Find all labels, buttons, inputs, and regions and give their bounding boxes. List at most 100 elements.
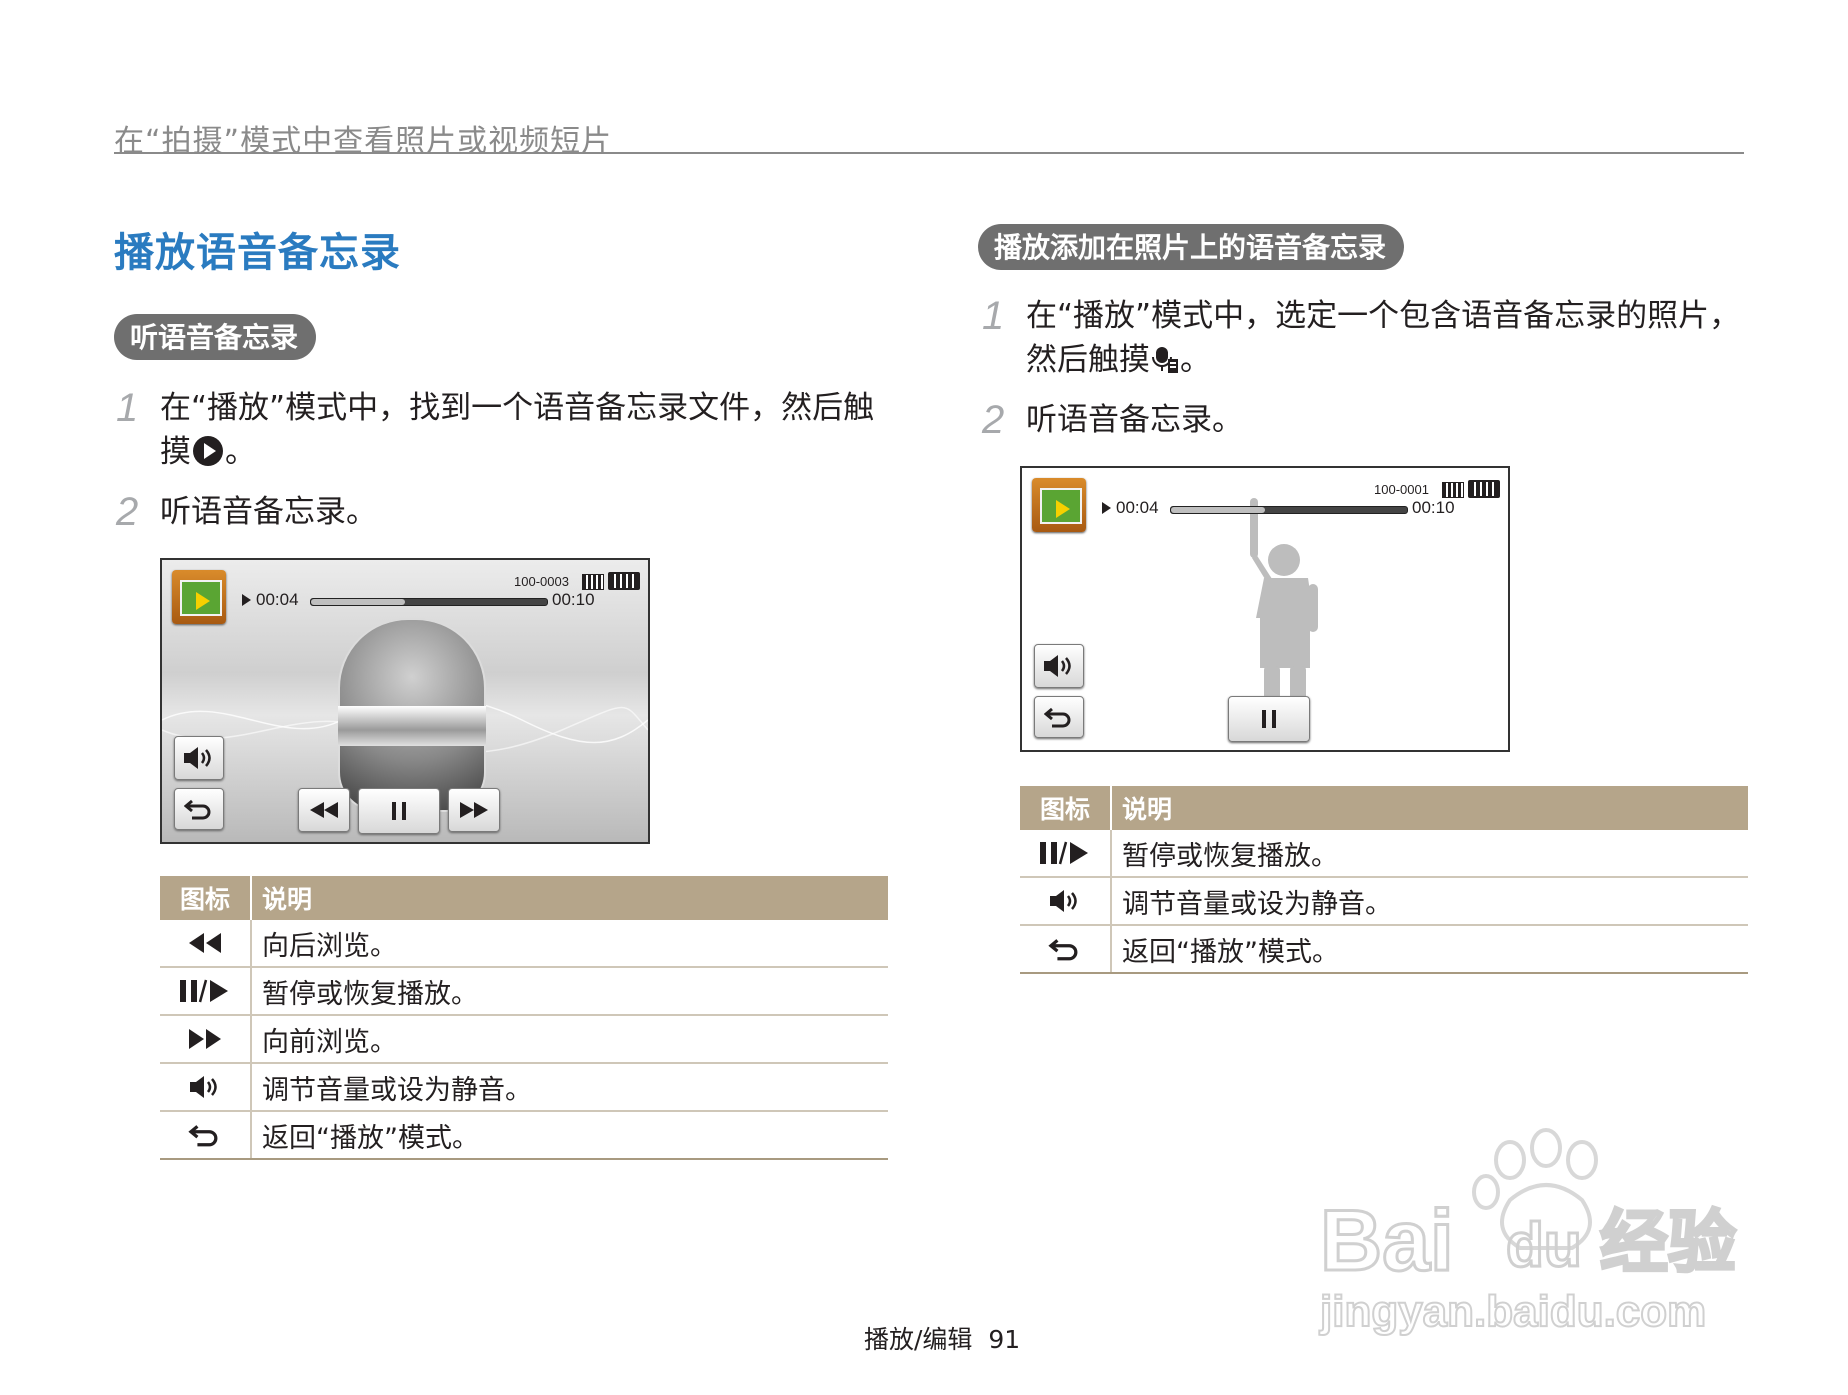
table-row: 向前浏览。 [160,1015,888,1064]
voice-memo-icon [1152,347,1178,373]
rewind-button[interactable] [298,788,350,832]
time-total: 00:10 [1412,498,1455,517]
play-indicator-icon [1102,502,1111,514]
step-text: 听语音备忘录。 [1026,402,1243,438]
pause-play-icon [180,979,228,1003]
time-elapsed: 00:04 [256,590,299,609]
step-line-post: 。 [225,434,256,470]
row-desc: 暂停或恢复播放。 [1111,830,1748,878]
fast-forward-button[interactable] [448,788,500,832]
progress-fill [311,599,406,605]
step-number: 2 [116,490,139,534]
volume-icon [1044,655,1071,677]
subsection-pill-photo-memo: 播放添加在照片上的语音备忘录 [978,224,1405,270]
row-desc: 暂停或恢复播放。 [251,967,888,1016]
thumbnail-frame [180,580,222,616]
icon-table-left: 图标 说明 向后浏览。 暂停或恢复播放。 向前浏览。 调节音量或设为静音。 返回… [160,876,888,1160]
header-rule [114,152,1744,154]
pause-button[interactable] [358,788,440,834]
battery-icon [608,572,640,590]
step-number: 2 [982,398,1005,442]
step-line-pre: 然后触摸 [1026,342,1150,378]
step-line-pre: 摸 [160,434,191,470]
back-icon [1048,939,1078,961]
step-line: 然后触摸。 [1026,338,1766,382]
watermark-url: jingyan.baidu.com [1319,1287,1706,1336]
step-line: 在“播放”模式中，找到一个语音备忘录文件，然后触 [160,390,875,426]
volume-icon [1050,890,1077,912]
camera-screen-voice-memo: 100-0003 00:04 00:10 [160,558,650,844]
back-icon [1044,707,1071,728]
step-line: 在“播放”模式中，选定一个包含语音备忘录的照片， [1026,298,1741,334]
time-total: 00:10 [552,590,595,609]
step-text: 在“播放”模式中，找到一个语音备忘录文件，然后触 摸。 [160,386,900,474]
back-icon [184,799,211,820]
col-header-desc: 说明 [1111,786,1748,830]
row-desc: 调节音量或设为静音。 [1111,877,1748,926]
row-desc: 向前浏览。 [251,1015,888,1064]
time-elapsed: 00:04 [1116,498,1159,517]
play-indicator-icon [242,594,251,606]
watermark-brand: Bai [1320,1193,1454,1289]
file-number: 100-0003 [514,574,569,589]
thumbnail-frame [1040,488,1082,524]
row-desc: 调节音量或设为静音。 [251,1063,888,1112]
step-number: 1 [982,294,1005,338]
pause-icon [392,802,406,820]
table-row: 暂停或恢复播放。 [160,967,888,1016]
progress-bar[interactable] [310,598,548,606]
microphone-band [338,706,486,746]
page-footer: 播放/编辑 91 [864,1320,1020,1356]
photo-memo-thumbnail [1032,478,1086,532]
progress-bar[interactable] [1170,506,1408,514]
back-icon [188,1125,218,1147]
step-number: 1 [116,386,139,430]
step-line: 摸。 [160,430,900,474]
voice-memo-thumbnail [172,570,226,624]
watermark-brand-cn: 经验 [1600,1204,1736,1283]
icon-table-right: 图标 说明 暂停或恢复播放。 调节音量或设为静音。 返回“播放”模式。 [1020,786,1748,974]
volume-icon [184,747,211,769]
memory-card-icon [582,574,604,590]
table-row: 调节音量或设为静音。 [1020,877,1748,926]
rewind-icon [189,933,221,953]
step-text: 在“播放”模式中，选定一个包含语音备忘录的照片， 然后触摸。 [1026,294,1766,382]
table-row: 调节音量或设为静音。 [160,1063,888,1112]
file-number: 100-0001 [1374,482,1429,497]
table-row: 向后浏览。 [160,920,888,968]
footer-section: 播放/编辑 [864,1325,973,1354]
play-button-icon [193,436,223,466]
section-title: 播放语音备忘录 [114,230,401,276]
camera-screen-photo-memo: 100-0001 00:04 00:10 [1020,466,1510,752]
volume-button[interactable] [174,736,224,780]
step-line-post: 。 [1180,342,1211,378]
back-button[interactable] [174,788,224,830]
pause-icon [1262,710,1276,728]
table-row: 暂停或恢复播放。 [1020,830,1748,878]
battery-icon [1468,480,1500,498]
memory-card-icon [1442,482,1464,498]
row-desc: 向后浏览。 [251,920,888,968]
volume-button[interactable] [1034,644,1084,688]
volume-icon [190,1076,217,1098]
row-desc: 返回“播放”模式。 [251,1111,888,1160]
pause-play-icon [1040,841,1088,865]
rewind-icon [310,802,338,818]
progress-fill [1171,507,1266,513]
page-number: 91 [988,1325,1021,1354]
step-text: 听语音备忘录。 [160,494,377,530]
baidu-jingyan-watermark: Bai du 经验 jingyan.baidu.com [1318,1128,1738,1337]
back-button[interactable] [1034,696,1084,738]
col-header-icon: 图标 [1020,786,1112,830]
col-header-desc: 说明 [251,876,888,920]
fast-forward-icon [460,802,488,818]
row-desc: 返回“播放”模式。 [1111,925,1748,974]
subsection-pill-listen: 听语音备忘录 [114,314,317,360]
table-row: 返回“播放”模式。 [160,1111,888,1160]
pause-button[interactable] [1228,696,1310,742]
table-row: 返回“播放”模式。 [1020,925,1748,974]
thumbnail-play-icon [1056,500,1070,518]
col-header-icon: 图标 [160,876,252,920]
thumbnail-play-icon [196,592,210,610]
watermark-brand2: du [1506,1211,1582,1280]
